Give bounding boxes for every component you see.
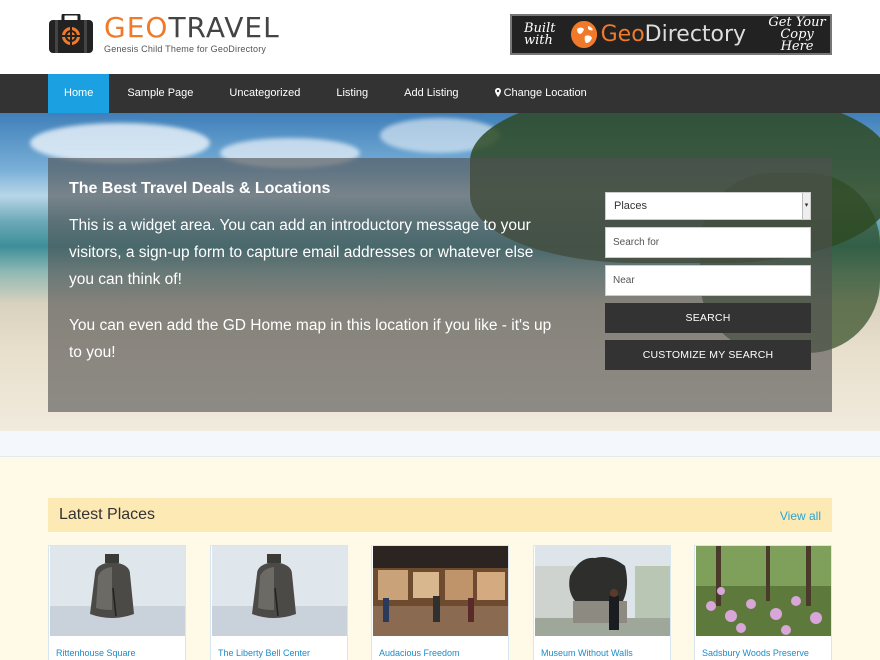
main-navigation: Home Sample Page Uncategorized Listing A… xyxy=(0,74,880,113)
place-card[interactable]: Rittenhouse Square xyxy=(48,545,186,660)
select-arrow-icon: ▾ xyxy=(802,193,810,219)
hero-widget-area: The Best Travel Deals & Locations This i… xyxy=(48,158,832,412)
map-marker-icon xyxy=(494,75,501,97)
site-title-geo: GEO xyxy=(104,11,169,44)
nav-item-sample-page-label: Sample Page xyxy=(127,87,194,99)
suitcase-target-icon xyxy=(48,12,94,54)
post-type-select[interactable]: Places ▾ xyxy=(605,192,811,220)
site-title-travel: TRAVEL xyxy=(168,11,280,44)
liberty-bell-image[interactable] xyxy=(50,546,185,636)
nav-menu: Home Sample Page Uncategorized Listing A… xyxy=(48,74,605,113)
nav-item-change-location-label: Change Location xyxy=(503,87,587,99)
site-tagline: Genesis Child Theme for GeoDirectory xyxy=(104,44,267,54)
place-card[interactable]: Audacious Freedom xyxy=(371,545,509,660)
place-card-name[interactable]: Museum Without Walls xyxy=(541,648,633,658)
post-type-select-value: Places xyxy=(614,200,648,212)
view-all-link[interactable]: View all xyxy=(780,509,821,523)
place-card-name[interactable]: The Liberty Bell Center xyxy=(218,648,310,658)
liberty-bell-image[interactable] xyxy=(212,546,347,636)
sculpture-image[interactable] xyxy=(535,546,670,636)
nav-item-change-location[interactable]: Change Location xyxy=(477,74,605,113)
geodirectory-banner-ad[interactable]: Built with GeoDirectory Get Your Copy He… xyxy=(510,14,832,55)
place-card[interactable]: Museum Without Walls xyxy=(533,545,671,660)
place-card-name[interactable]: Sadsbury Woods Preserve xyxy=(702,648,809,658)
nav-item-home-label: Home xyxy=(64,87,94,99)
nav-item-listing[interactable]: Listing xyxy=(318,74,386,113)
banner-get-copy: Get Your Copy Here xyxy=(764,16,830,54)
place-card[interactable]: Sadsbury Woods Preserve xyxy=(694,545,832,660)
nav-item-uncategorized[interactable]: Uncategorized xyxy=(211,74,318,113)
museum-exhibit-image[interactable] xyxy=(373,546,508,636)
section-divider xyxy=(0,431,880,457)
nav-item-uncategorized-label: Uncategorized xyxy=(229,87,301,99)
hero-title: The Best Travel Deals & Locations xyxy=(69,180,331,197)
nav-item-sample-page[interactable]: Sample Page xyxy=(109,74,211,113)
nav-item-listing-label: Listing xyxy=(336,87,369,99)
customize-search-button[interactable]: CUSTOMIZE MY SEARCH xyxy=(605,340,811,370)
hero-intro-text: This is a widget area. You can add an in… xyxy=(69,217,534,288)
nav-item-add-listing[interactable]: Add Listing xyxy=(386,74,476,113)
place-card-name[interactable]: Audacious Freedom xyxy=(379,648,460,658)
hero-map-text: You can even add the GD Home map in this… xyxy=(69,317,552,361)
banner-brand-geo: Geo xyxy=(600,22,645,47)
geodirectory-search-form: Places ▾ SEARCH CUSTOMIZE MY SEARCH xyxy=(605,192,811,370)
search-button[interactable]: SEARCH xyxy=(605,303,811,333)
banner-brand-directory: Directory xyxy=(644,22,747,47)
banner-built-line2: with xyxy=(524,32,553,48)
woods-flowers-image[interactable] xyxy=(696,546,831,636)
place-card[interactable]: The Liberty Bell Center xyxy=(210,545,348,660)
hero-cloud xyxy=(30,123,210,163)
banner-built-with: Built with xyxy=(524,22,561,48)
site-header: GEOTRAVEL Genesis Child Theme for GeoDir… xyxy=(0,0,880,74)
latest-places-header: Latest Places View all xyxy=(48,498,832,532)
near-input[interactable] xyxy=(605,265,811,296)
place-card-name[interactable]: Rittenhouse Square xyxy=(56,648,136,658)
site-title: GEOTRAVEL xyxy=(104,14,280,42)
site-logo[interactable]: GEOTRAVEL Genesis Child Theme for GeoDir… xyxy=(48,12,280,54)
nav-item-add-listing-label: Add Listing xyxy=(404,87,459,99)
latest-places-title: Latest Places xyxy=(59,506,156,523)
banner-brand-name: GeoDirectory xyxy=(601,22,746,47)
banner-copy-line2: Copy Here xyxy=(780,26,814,54)
globe-icon xyxy=(571,21,597,48)
latest-places-section: Latest Places View all Rittenhouse Squar… xyxy=(0,457,880,660)
nav-item-home[interactable]: Home xyxy=(48,74,110,113)
search-for-input[interactable] xyxy=(605,227,811,258)
hero-beach-background: The Best Travel Deals & Locations This i… xyxy=(0,113,880,431)
